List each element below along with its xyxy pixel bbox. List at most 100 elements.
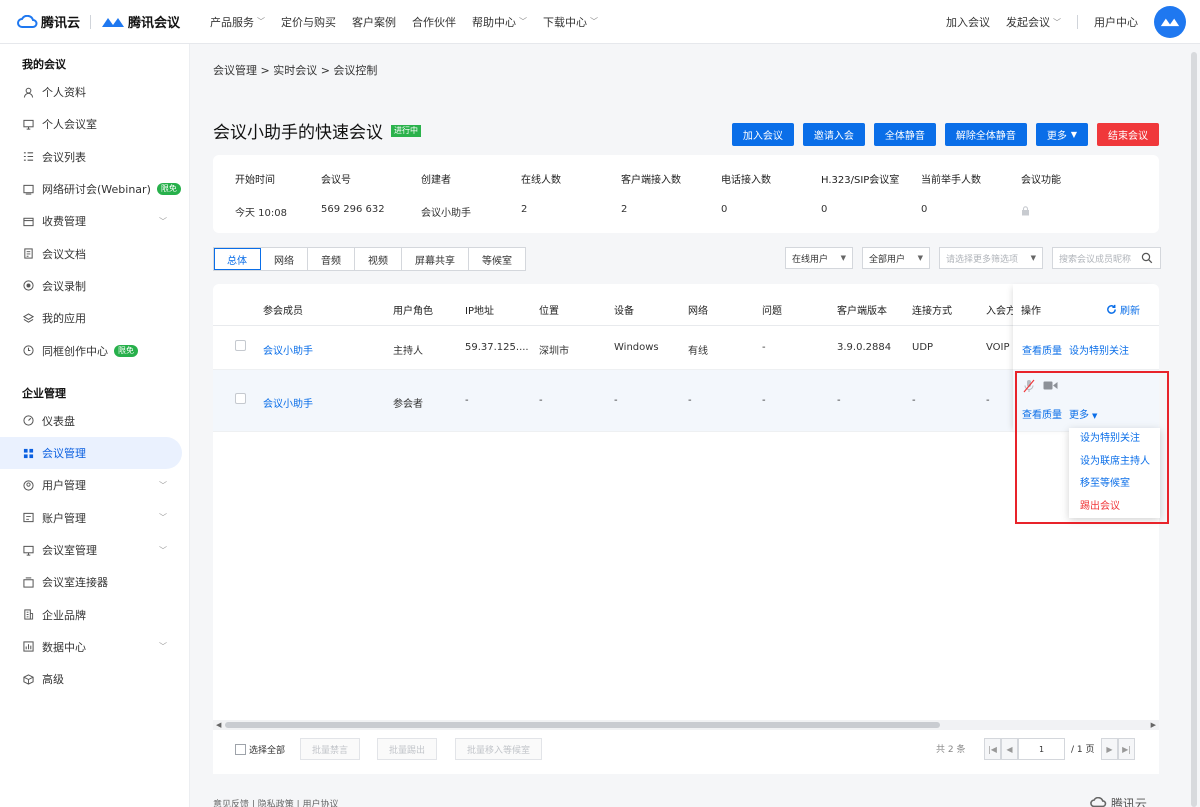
scroll-thumb[interactable] — [1191, 52, 1197, 807]
sidebar-item-webinar[interactable]: 网络研讨会(Webinar) 限免 — [0, 173, 189, 205]
sidebar-item-user-management[interactable]: 用户管理 ﹀ — [0, 469, 189, 501]
end-meeting-button[interactable]: 结束会议 — [1097, 123, 1159, 146]
join-meeting-link[interactable]: 加入会议 — [946, 14, 990, 30]
sidebar-item-documents[interactable]: 会议文档 — [0, 237, 189, 269]
prev-page-icon[interactable]: ◀ — [1001, 738, 1018, 760]
nav-help[interactable]: 帮助中心 ﹀ — [472, 14, 527, 30]
unmute-all-button[interactable]: 解除全体静音 — [944, 123, 1027, 146]
sidebar-item-room-management[interactable]: 会议室管理 ﹀ — [0, 534, 189, 566]
column-header: 操作 — [1021, 306, 1041, 317]
invite-button[interactable]: 邀请入会 — [802, 123, 865, 146]
brand: 腾讯云 腾讯会议 — [16, 12, 180, 31]
sidebar-item-apps[interactable]: 我的应用 — [0, 302, 189, 334]
next-page-icon[interactable]: ▶ — [1101, 738, 1118, 760]
tab-audio[interactable]: 音频 — [308, 248, 355, 270]
sidebar-item-label: 企业品牌 — [42, 608, 86, 622]
last-page-icon[interactable]: ▶| — [1118, 738, 1135, 760]
search-icon[interactable] — [1141, 252, 1153, 264]
sidebar-item-advanced[interactable]: 高级 — [0, 663, 189, 695]
brand-divider — [90, 14, 92, 29]
page-title: 会议小助手的快速会议 进行中 — [213, 118, 421, 143]
table-footer: 选择全部 批量禁言 批量踢出 批量移入等候室 共 2 条 |◀ ◀ 1 / 1 … — [213, 730, 1159, 774]
nav-label: 帮助中心 — [472, 15, 517, 29]
nav-partners[interactable]: 合作伙伴 — [412, 14, 456, 30]
sidebar-item-label: 仪表盘 — [42, 414, 75, 428]
tab-network[interactable]: 网络 — [261, 248, 308, 270]
sidebar-item-label: 会议录制 — [42, 279, 86, 293]
more-button[interactable]: 更多 ▼ — [1035, 123, 1088, 146]
tencent-cloud-logo[interactable]: 腾讯云 — [16, 12, 80, 31]
avatar[interactable] — [1154, 6, 1186, 38]
top-right: 加入会议 发起会议 ﹀ 用户中心 — [946, 0, 1200, 44]
mute-all-button[interactable]: 全体静音 — [873, 123, 936, 146]
chevron-down-icon: ﹀ — [159, 513, 167, 523]
tab-overview[interactable]: 总体 — [214, 248, 261, 270]
breadcrumb[interactable]: 会议管理 > 实时会议 > 会议控制 — [213, 62, 377, 78]
sidebar-item-billing[interactable]: 收费管理 ﹀ — [0, 205, 189, 237]
checkbox-box — [235, 744, 246, 755]
nav-label: 客户案例 — [352, 15, 397, 29]
creation-icon — [22, 345, 34, 357]
user-icon — [22, 86, 34, 98]
join-meeting-button[interactable]: 加入会议 — [731, 123, 794, 146]
member-name[interactable]: 会议小助手 — [263, 395, 313, 410]
tab-waiting-room[interactable]: 等候室 — [469, 248, 525, 270]
sidebar-item-profile[interactable]: 个人资料 — [0, 76, 189, 108]
sidebar-item-dashboard[interactable]: 仪表盘 — [0, 405, 189, 437]
horizontal-scrollbar[interactable]: ◀ ▶ — [213, 720, 1159, 730]
vertical-scrollbar[interactable] — [1188, 44, 1200, 807]
nav-products[interactable]: 产品服务 ﹀ — [210, 14, 265, 30]
sidebar-item-brand[interactable]: 企业品牌 — [0, 598, 189, 630]
wallet-icon — [22, 215, 34, 227]
tab-video[interactable]: 视频 — [355, 248, 402, 270]
member-name[interactable]: 会议小助手 — [263, 342, 313, 357]
batch-waiting-room-button[interactable]: 批量移入等候室 — [455, 738, 543, 760]
nav-cases[interactable]: 客户案例 — [352, 14, 396, 30]
sidebar-item-personal-room[interactable]: 个人会议室 — [0, 108, 189, 140]
sidebar-item-room-connector[interactable]: 会议室连接器 — [0, 566, 189, 598]
sidebar-item-data-center[interactable]: 数据中心 ﹀ — [0, 631, 189, 663]
page-footer-links[interactable]: 意见反馈 | 隐私政策 | 用户协议 — [213, 797, 339, 807]
first-page-icon[interactable]: |◀ — [984, 738, 1001, 760]
client-version: 3.9.0.2884 — [837, 342, 892, 353]
batch-remove-button[interactable]: 批量踢出 — [377, 738, 438, 760]
tab-screen-share[interactable]: 屏幕共享 — [402, 248, 469, 270]
menu-item-set-focus[interactable]: 设为特别关注 — [1069, 428, 1160, 451]
dashboard-icon — [22, 415, 34, 427]
caret-down-icon: ▼ — [1070, 130, 1077, 139]
menu-item-move-to-waiting[interactable]: 移至等候室 — [1069, 473, 1160, 496]
online-user-select[interactable]: 在线用户 ▼ — [785, 247, 853, 269]
nav-pricing[interactable]: 定价与购买 — [281, 14, 336, 30]
batch-mute-button[interactable]: 批量禁言 — [300, 738, 361, 760]
sidebar-item-meeting-management[interactable]: 会议管理 — [0, 436, 182, 470]
tencent-meeting-logo[interactable]: 腾讯会议 — [101, 12, 180, 31]
page-input[interactable]: 1 — [1018, 738, 1065, 760]
sidebar-item-account-management[interactable]: 账户管理 ﹀ — [0, 502, 189, 534]
select-all-checkbox[interactable]: 选择全部 — [235, 743, 285, 756]
info-value: 会议小助手 — [421, 208, 471, 219]
menu-item-remove[interactable]: 踢出会议 — [1069, 496, 1160, 519]
connector-icon — [22, 576, 34, 588]
sidebar-item-recording[interactable]: 会议录制 — [0, 270, 189, 302]
scroll-right-icon[interactable]: ▶ — [1151, 720, 1156, 730]
user-center-link[interactable]: 用户中心 — [1094, 14, 1138, 30]
nav-download[interactable]: 下载中心 ﹀ — [543, 14, 598, 30]
more-filter-select[interactable]: 请选择更多筛选项 ▼ — [939, 247, 1043, 269]
sidebar-item-meeting-list[interactable]: 会议列表 — [0, 141, 189, 173]
info-value: 2 — [621, 204, 628, 215]
start-meeting-link[interactable]: 发起会议 ﹀ — [1006, 14, 1061, 30]
menu-item-set-cohost[interactable]: 设为联席主持人 — [1069, 451, 1160, 474]
row-checkbox[interactable] — [235, 340, 246, 351]
divider — [1077, 15, 1078, 29]
status-badge: 进行中 — [391, 124, 421, 137]
sidebar-item-label: 会议文档 — [42, 247, 86, 261]
scroll-thumb[interactable] — [225, 722, 940, 728]
record-icon — [22, 280, 34, 292]
member-search-input[interactable]: 搜索会议成员昵称 — [1052, 247, 1161, 269]
refresh-button[interactable]: 刷新 — [1106, 302, 1140, 317]
scroll-left-icon[interactable]: ◀ — [216, 720, 221, 730]
sidebar-item-creation-center[interactable]: 同框创作中心 限免 — [0, 334, 189, 366]
row-checkbox[interactable] — [235, 393, 246, 404]
tab-bar: 总体 网络 音频 视频 屏幕共享 等候室 — [213, 247, 526, 271]
user-type-select[interactable]: 全部用户 ▼ — [862, 247, 930, 269]
